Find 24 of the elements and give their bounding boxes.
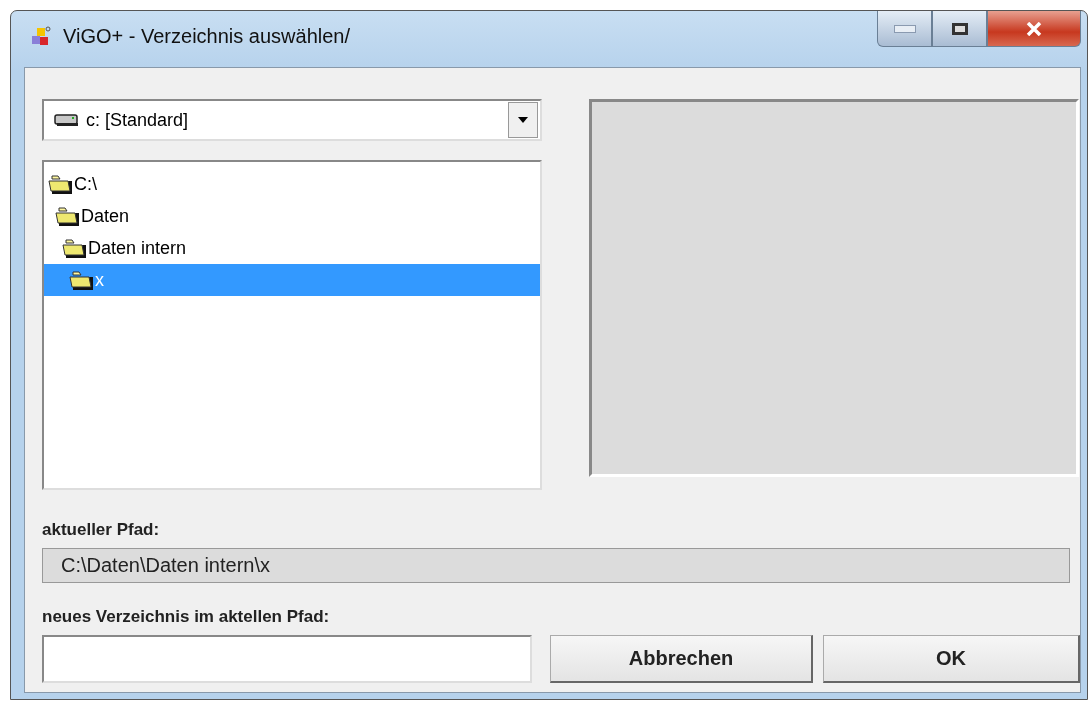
minimize-button[interactable] [877,11,932,47]
drive-icon [54,113,80,127]
cancel-button[interactable]: Abbrechen [550,635,813,683]
folder-icon [48,173,74,195]
maximize-icon [951,22,968,35]
new-folder-label: neues Verzeichnis im aktellen Pfad: [42,607,331,627]
caret-icon [518,117,528,123]
current-path-label: aktueller Pfad: [42,520,161,540]
minimize-icon [893,24,916,33]
close-button[interactable] [987,11,1081,47]
folder-tree-item[interactable]: Daten intern [44,232,540,264]
close-icon [1025,21,1043,36]
folder-icon [62,237,88,259]
folder-tree-item[interactable]: Daten [44,200,540,232]
maximize-button[interactable] [932,11,987,47]
new-folder-input[interactable] [42,635,532,683]
current-path-field: C:\Daten\Daten intern\x [42,548,1070,583]
window-title: ViGO+ - Verzeichnis auswählen/ [63,24,350,48]
folder-tree-item[interactable]: C:\ [44,168,540,200]
ok-button[interactable]: OK [823,635,1080,683]
app-cubes-icon [31,26,51,48]
folder-icon [69,269,95,291]
drive-dropdown[interactable]: c: [Standard] [42,99,542,141]
folder-icon [55,205,81,227]
